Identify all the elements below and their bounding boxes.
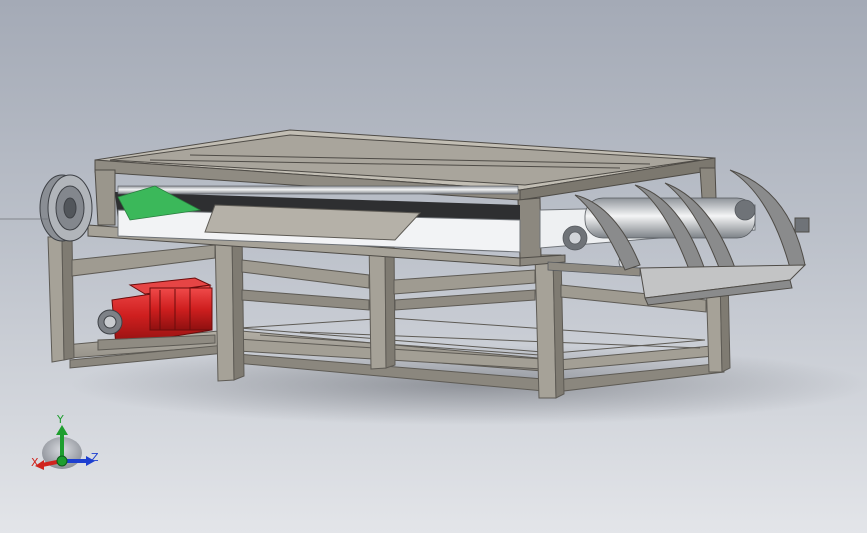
conveyor-model[interactable] — [0, 0, 867, 533]
graphics-viewport[interactable]: Y X Z — [0, 0, 867, 533]
gear-motor — [97, 277, 216, 351]
triad-y-label: Y — [57, 413, 64, 426]
triad-x-label: X — [31, 456, 39, 469]
orientation-triad[interactable]: Y X Z — [20, 405, 120, 480]
drive-pulley — [0, 174, 93, 242]
triad-z-label: Z — [91, 451, 99, 464]
